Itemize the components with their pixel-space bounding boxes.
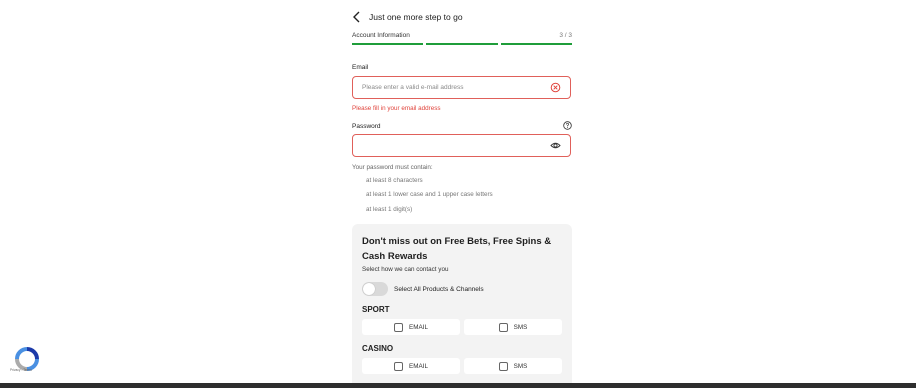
email-error: Please fill in your email address: [352, 105, 441, 112]
checkbox-icon: [394, 361, 404, 371]
chevron-left-icon[interactable]: [352, 11, 362, 23]
group-title-casino: CASINO: [362, 344, 394, 353]
sport-options: EMAIL SMS: [362, 319, 562, 335]
group-title-sport: SPORT: [362, 305, 390, 314]
casino-email-checkbox[interactable]: EMAIL: [362, 358, 460, 374]
progress-segment: [426, 43, 498, 45]
email-field[interactable]: [352, 76, 571, 99]
sport-email-checkbox[interactable]: EMAIL: [362, 319, 460, 335]
password-rule: at least 1 digit(s): [366, 206, 413, 213]
checkbox-icon: [498, 322, 508, 332]
option-label: EMAIL: [409, 362, 428, 370]
progress-segment: [500, 43, 572, 45]
page-title: Just one more step to go: [369, 12, 463, 22]
select-all-toggle[interactable]: [362, 282, 388, 296]
casino-options: EMAIL SMS: [362, 358, 562, 374]
error-circle-icon: [550, 82, 561, 93]
checkbox-icon: [498, 361, 508, 371]
header: Just one more step to go: [352, 10, 463, 24]
option-label: SMS: [513, 362, 528, 370]
bottom-bar: [0, 383, 916, 388]
casino-sms-checkbox[interactable]: SMS: [464, 358, 562, 374]
progress-bar: [352, 43, 572, 45]
step-label: Account Information: [352, 32, 410, 39]
progress-segment: [352, 43, 424, 45]
promo-subtitle: Select how we can contact you: [362, 266, 449, 273]
email-label: Email: [352, 64, 369, 71]
checkbox-icon: [394, 322, 404, 332]
email-input[interactable]: [362, 84, 550, 91]
toggle-knob: [363, 283, 375, 295]
password-input[interactable]: [362, 142, 550, 149]
eye-icon[interactable]: [550, 140, 561, 151]
option-label: SMS: [513, 323, 528, 331]
promo-title: Don't miss out on Free Bets, Free Spins …: [362, 236, 552, 262]
step-count: 3 / 3: [559, 32, 572, 39]
select-all-label: Select All Products & Channels: [394, 285, 484, 293]
password-rule: at least 8 characters: [366, 177, 423, 184]
password-label: Password: [352, 123, 381, 130]
marketing-preferences: Don't miss out on Free Bets, Free Spins …: [352, 224, 572, 388]
password-field[interactable]: [352, 134, 571, 157]
password-rule: at least 1 lower case and 1 upper case l…: [366, 191, 493, 198]
help-circle-icon[interactable]: [563, 121, 572, 130]
recaptcha-links[interactable]: Privacy - Terms: [10, 368, 32, 372]
password-rules-title: Your password must contain:: [352, 164, 433, 171]
sport-sms-checkbox[interactable]: SMS: [464, 319, 562, 335]
option-label: EMAIL: [409, 323, 428, 331]
step-indicator: Account Information 3 / 3: [352, 32, 572, 39]
select-all-row: Select All Products & Channels: [362, 282, 562, 296]
